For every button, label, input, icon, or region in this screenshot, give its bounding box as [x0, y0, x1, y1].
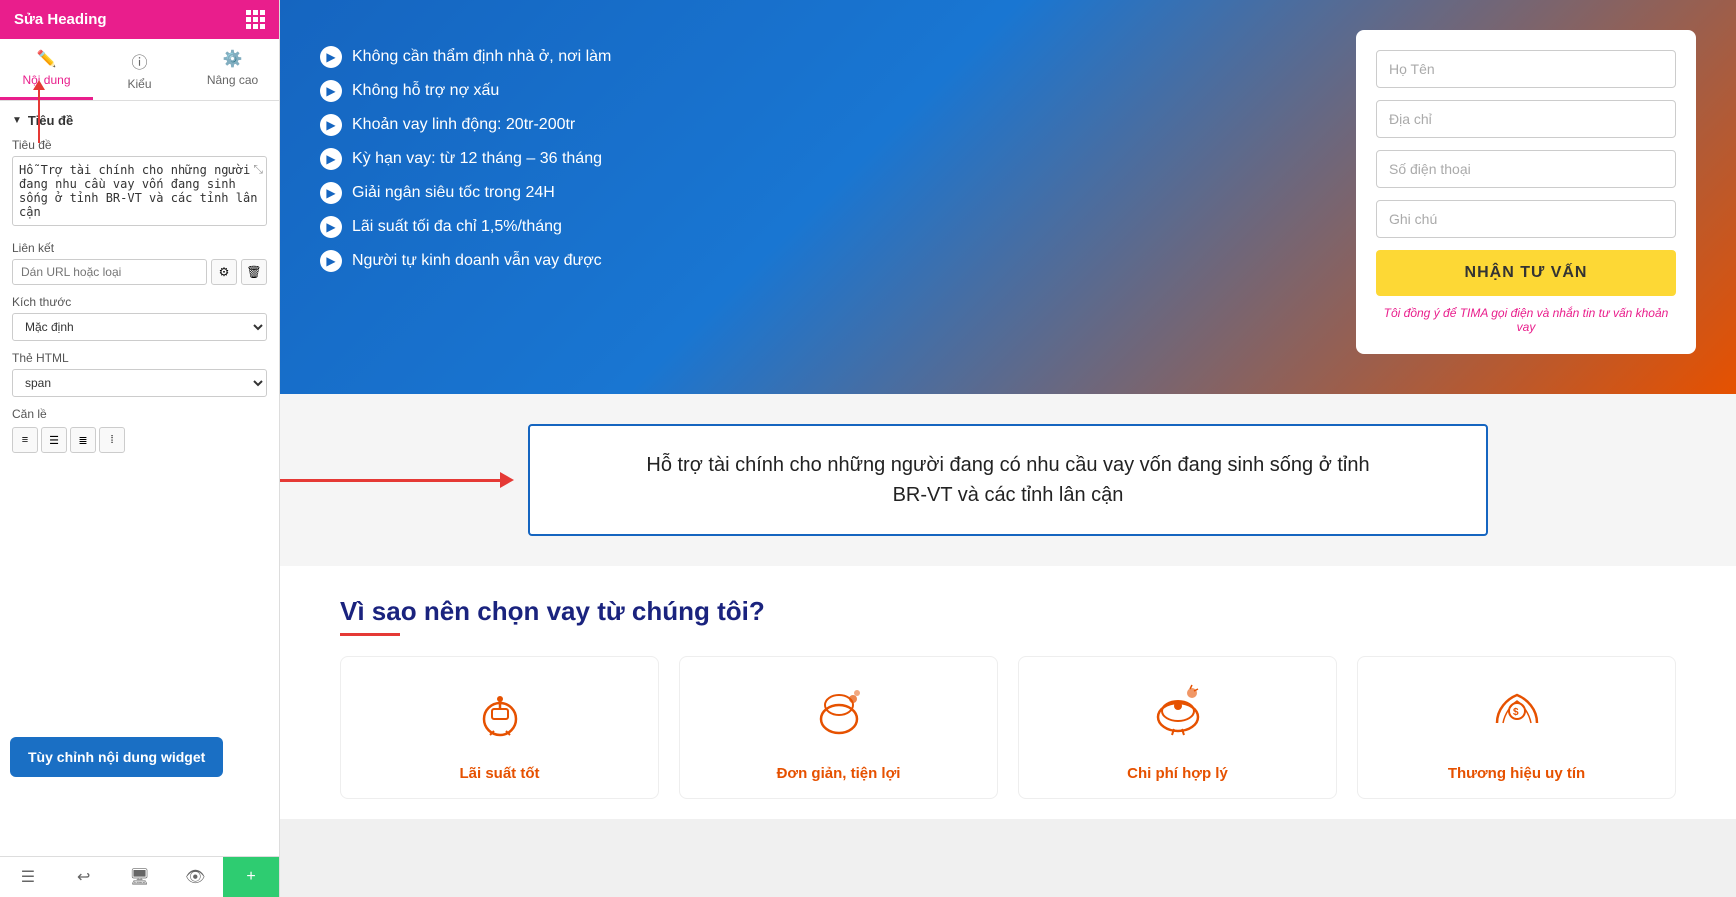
align-row: ≡ ☰ ≣ ⁞: [12, 427, 267, 453]
feature-item-6: ▶ Lãi suất tối đa chỉ 1,5%/tháng: [320, 210, 1326, 244]
feature-text-2: Không hỗ trợ nợ xấu: [352, 82, 499, 100]
lienket-input[interactable]: [12, 259, 207, 285]
feature-item-4: ▶ Kỳ hạn vay: từ 12 tháng – 36 tháng: [320, 142, 1326, 176]
panel-title: Sửa Heading: [14, 11, 107, 28]
card-icon-1: [357, 681, 642, 753]
why-title: Vì sao nên chọn vay từ chúng tôi?: [340, 596, 1676, 627]
feature-list: ▶ Không cần thẩm định nhà ở, nơi làm ▶ K…: [320, 40, 1326, 278]
feature-icon-4: ▶: [320, 148, 342, 170]
heading-wrapper: Hỗ trợ tài chính cho những người đang có…: [280, 394, 1736, 566]
undo-btn[interactable]: ↩: [56, 857, 112, 897]
highlight-text-line2: BR-VT và các tỉnh lân cận: [893, 484, 1124, 506]
section-tieude-header[interactable]: ▼ Tiêu đề: [12, 113, 267, 128]
tieude-textarea[interactable]: Hỗ Trợ tài chính cho những người đang nh…: [12, 156, 267, 226]
lienket-row: ⚙ 🗑: [12, 259, 267, 285]
layers-btn[interactable]: ☰: [0, 857, 56, 897]
feature-icon-6: ▶: [320, 216, 342, 238]
so-dien-thoai-input[interactable]: [1376, 150, 1676, 188]
feature-item-1: ▶ Không cần thẩm định nhà ở, nơi làm: [320, 40, 1326, 74]
panel-footer: ☰ ↩ 🖥 👁 +: [0, 856, 279, 897]
card-3: Chi phí hợp lý: [1018, 656, 1337, 799]
feature-item-2: ▶ Không hỗ trợ nợ xấu: [320, 74, 1326, 108]
card-title-4: Thương hiệu uy tín: [1374, 765, 1659, 782]
feature-text-5: Giải ngân siêu tốc trong 24H: [352, 184, 555, 202]
hero-left: ▶ Không cần thẩm định nhà ở, nơi làm ▶ K…: [320, 30, 1326, 278]
info-icon: ⓘ: [131, 49, 147, 73]
tab-nangcao-label: Nâng cao: [207, 73, 258, 87]
main-content: ▶ Không cần thẩm định nhà ở, nơi làm ▶ K…: [280, 0, 1736, 897]
left-panel: Sửa Heading ✏️ Nội dung ⓘ Kiểu ⚙️ Nâng c…: [0, 0, 280, 897]
card-icon-4: $: [1374, 681, 1659, 753]
edit-icon: ✏️: [37, 49, 57, 69]
highlight-box: Hỗ trợ tài chính cho những người đang có…: [528, 424, 1488, 536]
tieude-field-label: Tiêu đề: [12, 138, 267, 152]
card-title-2: Đơn giản, tiện lợi: [696, 765, 981, 782]
highlight-text-line1: Hỗ trợ tài chính cho những người đang có…: [646, 454, 1369, 476]
feature-text-4: Kỳ hạn vay: từ 12 tháng – 36 tháng: [352, 150, 602, 168]
lienket-label: Liên kết: [12, 241, 267, 255]
preview-btn[interactable]: 👁: [167, 857, 223, 897]
feature-text-3: Khoản vay linh động: 20tr-200tr: [352, 116, 575, 134]
panel-header: Sửa Heading: [0, 0, 279, 39]
consult-button[interactable]: NHẬN TƯ VẤN: [1376, 250, 1676, 296]
feature-icon-2: ▶: [320, 80, 342, 102]
add-btn[interactable]: +: [223, 857, 279, 897]
svg-text:$: $: [1513, 707, 1519, 718]
tooltip-box: Tùy chỉnh nội dung widget: [10, 737, 223, 777]
ho-ten-input[interactable]: [1376, 50, 1676, 88]
tab-noidung-label: Nội dung: [22, 73, 70, 87]
tab-kieu-label: Kiểu: [127, 77, 151, 91]
tooltip-text: Tùy chỉnh nội dung widget: [28, 749, 205, 765]
card-icon-2: [696, 681, 981, 753]
feature-icon-3: ▶: [320, 114, 342, 136]
why-section: Vì sao nên chọn vay từ chúng tôi? Lãi su…: [280, 566, 1736, 819]
feature-icon-1: ▶: [320, 46, 342, 68]
gear-icon: ⚙️: [223, 49, 243, 69]
feature-item-5: ▶ Giải ngân siêu tốc trong 24H: [320, 176, 1326, 210]
tab-kieu[interactable]: ⓘ Kiểu: [93, 39, 186, 100]
feature-icon-5: ▶: [320, 182, 342, 204]
kichthuoc-select[interactable]: Mặc định: [12, 313, 267, 341]
dia-chi-input[interactable]: [1376, 100, 1676, 138]
expand-icon: ⤡: [253, 162, 263, 177]
card-4: $ Thương hiệu uy tín: [1357, 656, 1676, 799]
kichthuoc-label: Kích thước: [12, 295, 267, 309]
hero-form: NHẬN TƯ VẤN Tôi đồng ý để TIMA gọi điện …: [1356, 30, 1696, 354]
align-center-btn[interactable]: ☰: [41, 427, 67, 453]
red-arrow-vertical: [38, 88, 40, 143]
feature-text-1: Không cần thẩm định nhà ở, nơi làm: [352, 48, 611, 66]
desktop-btn[interactable]: 🖥: [112, 857, 168, 897]
ghi-chu-input[interactable]: [1376, 200, 1676, 238]
align-left-btn[interactable]: ≡: [12, 427, 38, 453]
lienket-delete-btn[interactable]: 🗑: [241, 259, 267, 285]
align-right-btn[interactable]: ≣: [70, 427, 96, 453]
tab-noidung[interactable]: ✏️ Nội dung: [0, 39, 93, 100]
tab-nangcao[interactable]: ⚙️ Nâng cao: [186, 39, 279, 100]
can-le-label: Căn lề: [12, 407, 267, 421]
card-1: Lãi suất tốt: [340, 656, 659, 799]
lienket-settings-btn[interactable]: ⚙: [211, 259, 237, 285]
collapse-arrow: ▼: [12, 115, 22, 126]
align-justify-btn[interactable]: ⁞: [99, 427, 125, 453]
panel-tabs: ✏️ Nội dung ⓘ Kiểu ⚙️ Nâng cao: [0, 39, 279, 101]
feature-icon-7: ▶: [320, 250, 342, 272]
cards-row: Lãi suất tốt Đơn giản, tiện lợi Chi phí …: [340, 656, 1676, 799]
feature-text-7: Người tự kinh doanh vẫn vay được: [352, 252, 602, 270]
grid-icon[interactable]: [246, 10, 265, 29]
the-html-select[interactable]: span: [12, 369, 267, 397]
hero-section: ▶ Không cần thẩm định nhà ở, nơi làm ▶ K…: [280, 0, 1736, 394]
card-icon-3: [1035, 681, 1320, 753]
card-2: Đơn giản, tiện lợi: [679, 656, 998, 799]
why-underline: [340, 633, 400, 636]
card-title-3: Chi phí hợp lý: [1035, 765, 1320, 782]
the-html-label: Thẻ HTML: [12, 351, 267, 365]
feature-item-3: ▶ Khoản vay linh động: 20tr-200tr: [320, 108, 1326, 142]
section-tieude-label: Tiêu đề: [28, 113, 73, 128]
feature-text-6: Lãi suất tối đa chỉ 1,5%/tháng: [352, 218, 562, 236]
consent-text: Tôi đồng ý để TIMA gọi điện và nhắn tin …: [1376, 306, 1676, 334]
heading-section: Hỗ trợ tài chính cho những người đang có…: [280, 394, 1736, 566]
card-title-1: Lãi suất tốt: [357, 765, 642, 782]
feature-item-7: ▶ Người tự kinh doanh vẫn vay được: [320, 244, 1326, 278]
